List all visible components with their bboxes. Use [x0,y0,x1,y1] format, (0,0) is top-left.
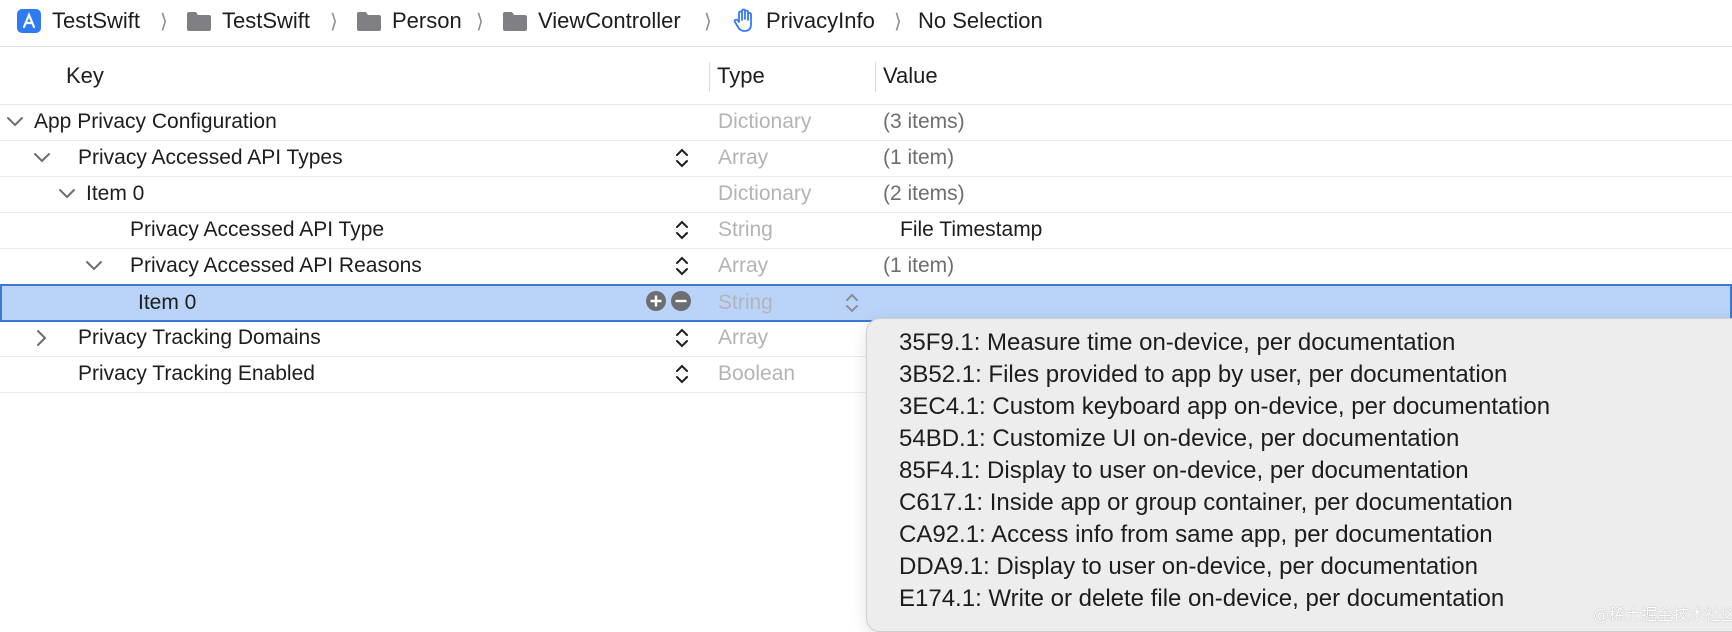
chevron-down-icon[interactable] [6,104,24,140]
plist-header: Key Type Value [0,48,1732,105]
row-value: (1 item) [883,254,955,277]
breadcrumb-label: TestSwift [222,8,311,33]
breadcrumb-label: TestSwift [52,8,141,33]
breadcrumb-item-group-person[interactable]: Person [356,0,462,42]
breadcrumb-item-group-viewcontroller[interactable]: ViewController [502,0,681,42]
row-type: String [718,291,773,314]
breadcrumb-label: Person [392,8,462,33]
plist-row-selected[interactable]: Item 0 String [0,284,1732,322]
breadcrumb: TestSwift ⟩ TestSwift ⟩ Person ⟩ ViewCon… [0,0,1732,47]
breadcrumb-label: PrivacyInfo [766,8,875,33]
popup-option[interactable]: C617.1: Inside app or group container, p… [899,489,1513,517]
breadcrumb-item-no-selection[interactable]: No Selection [918,0,1043,42]
row-value[interactable]: File Timestamp [900,212,1042,248]
type-stepper-icon[interactable] [844,285,860,321]
key-stepper-icon[interactable] [674,140,690,176]
key-stepper-icon[interactable] [674,212,690,248]
popup-option[interactable]: 35F9.1: Measure time on-device, per docu… [899,329,1455,357]
column-header-key[interactable]: Key [66,48,104,104]
popup-option[interactable]: DDA9.1: Display to user on-device, per d… [899,553,1478,581]
popup-option[interactable]: CA92.1: Access info from same app, per d… [899,521,1493,549]
watermark: @稀土掘金技术社区 [1592,605,1732,624]
popup-option[interactable]: 85F4.1: Display to user on-device, per d… [899,457,1469,485]
xcode-project-icon [16,8,42,34]
popup-option[interactable]: 3EC4.1: Custom keyboard app on-device, p… [899,393,1550,421]
popup-option[interactable]: 54BD.1: Customize UI on-device, per docu… [899,425,1459,453]
breadcrumb-separator: ⟩ [894,10,902,33]
chevron-down-icon[interactable] [58,176,76,212]
breadcrumb-label: No Selection [918,8,1043,33]
row-value: (2 items) [883,182,965,205]
add-row-icon[interactable] [645,290,667,317]
chevron-right-icon[interactable] [36,320,48,356]
folder-icon [186,10,212,32]
row-type: Array [718,326,769,349]
folder-icon [356,10,382,32]
row-type: Array [718,146,769,169]
row-key: Privacy Accessed API Type [130,218,385,241]
column-divider[interactable] [875,62,876,92]
breadcrumb-label: ViewController [538,8,681,33]
key-stepper-icon[interactable] [674,248,690,284]
row-type: Dictionary [718,110,812,133]
breadcrumb-item-group-testswift[interactable]: TestSwift [186,0,310,42]
chevron-down-icon[interactable] [33,140,51,176]
chevron-down-icon[interactable] [85,248,103,284]
row-key: App Privacy Configuration [34,110,277,133]
column-divider[interactable] [709,62,710,92]
breadcrumb-item-project[interactable]: TestSwift [16,0,140,42]
plist-row[interactable]: Privacy Accessed API Types Array (1 item… [0,140,1732,177]
row-key: Privacy Tracking Domains [78,326,321,349]
row-type: Boolean [718,362,796,385]
row-value: (3 items) [883,110,965,133]
breadcrumb-separator: ⟩ [160,10,168,33]
row-type: Array [718,254,769,277]
popup-option[interactable]: E174.1: Write or delete file on-device, … [899,585,1504,613]
plist-row[interactable]: Item 0 Dictionary (2 items) [0,176,1732,213]
breadcrumb-separator: ⟩ [476,10,484,33]
breadcrumb-separator: ⟩ [704,10,712,33]
row-key: Privacy Tracking Enabled [78,362,315,385]
column-header-type[interactable]: Type [717,48,765,104]
breadcrumb-separator: ⟩ [330,10,338,33]
plist-row[interactable]: App Privacy Configuration Dictionary (3 … [0,104,1732,141]
row-key: Item 0 [86,182,145,205]
reason-options-popup: 35F9.1: Measure time on-device, per docu… [866,318,1732,632]
row-value: (1 item) [883,146,955,169]
breadcrumb-item-privacyinfo[interactable]: PrivacyInfo [732,0,875,42]
popup-option[interactable]: 3B52.1: Files provided to app by user, p… [899,361,1507,389]
row-type: Dictionary [718,182,812,205]
hand-privacy-icon [732,8,756,34]
remove-row-icon[interactable] [670,290,692,317]
row-key: Privacy Accessed API Types [78,146,343,169]
folder-icon [502,10,528,32]
row-key: Privacy Accessed API Reasons [130,254,422,277]
row-actions [645,285,692,321]
key-stepper-icon[interactable] [674,320,690,356]
key-stepper-icon[interactable] [674,356,690,392]
plist-row[interactable]: Privacy Accessed API Type String File Ti… [0,212,1732,249]
row-type: String [718,218,773,241]
row-key: Item 0 [138,291,197,314]
column-header-value[interactable]: Value [883,48,938,104]
plist-row[interactable]: Privacy Accessed API Reasons Array (1 it… [0,248,1732,285]
